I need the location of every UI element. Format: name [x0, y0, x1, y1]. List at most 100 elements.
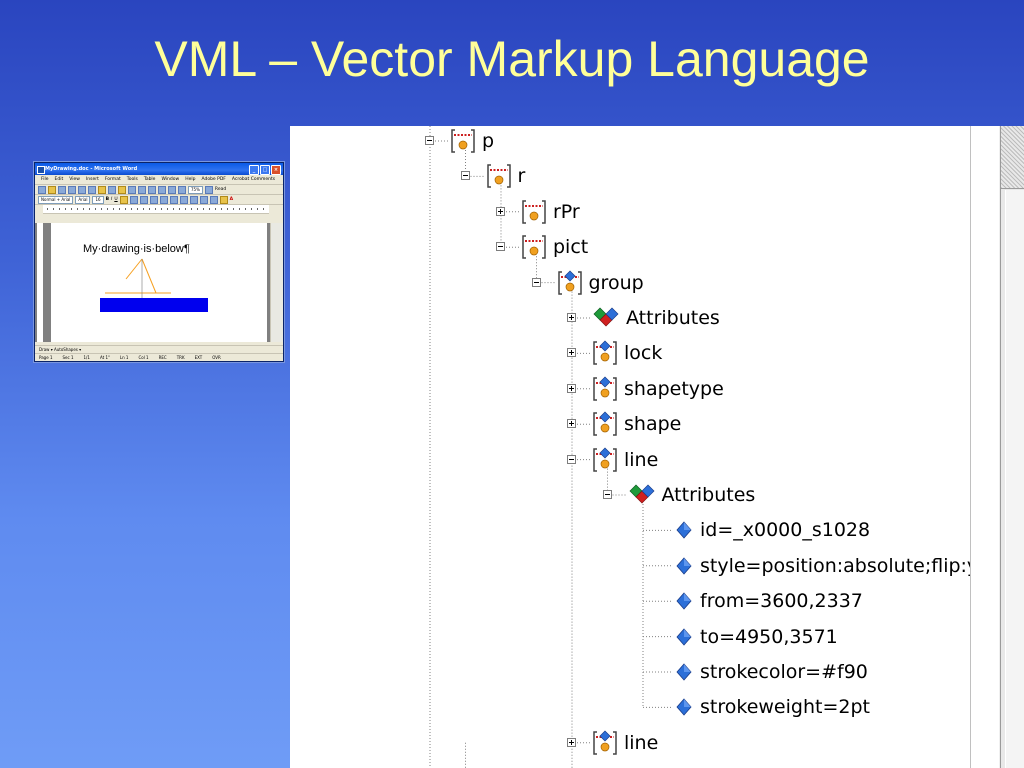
scroll-track[interactable] — [970, 126, 999, 768]
expand-plus-icon[interactable] — [567, 737, 576, 747]
tree-node-label: strokeweight=2pt — [700, 696, 870, 719]
collapse-minus-icon[interactable] — [531, 277, 541, 287]
line-spacing-icon[interactable] — [159, 195, 168, 204]
font-size-box[interactable]: 16 — [92, 195, 104, 204]
tree-node[interactable]: to=4950,3571 — [290, 622, 970, 652]
status-field: REC — [158, 355, 167, 360]
status-bar: Page 1 Sec 1 1/1 At 1" Ln 1 Col 1 REC TRK EXT OVR — [35, 353, 283, 361]
read-button[interactable]: Read — [215, 187, 226, 192]
tree-node[interactable]: rPr — [290, 197, 970, 227]
menu-item-tools[interactable]: Tools — [127, 175, 138, 184]
align-left-icon[interactable] — [119, 195, 128, 204]
tree-node-label: rPr — [553, 200, 580, 223]
expand-plus-icon[interactable] — [567, 419, 576, 429]
bullets-icon[interactable] — [179, 195, 188, 204]
tree-node[interactable]: lock — [290, 338, 970, 368]
maximize-icon[interactable]: □ — [260, 165, 270, 175]
undo-icon[interactable] — [128, 185, 136, 194]
formatting-toolbar: Normal + Arial Arial 16 B I U A — [35, 195, 283, 205]
menu-item-view[interactable]: View — [69, 175, 80, 184]
tree-node[interactable]: Attributes — [290, 303, 970, 333]
tree-node-label: strokecolor=#f90 — [700, 661, 868, 683]
open-icon[interactable] — [48, 185, 56, 194]
menu-item-window[interactable]: Window — [161, 175, 179, 184]
tree-node[interactable]: p — [290, 126, 970, 156]
columns-icon[interactable] — [168, 185, 176, 194]
tree-node[interactable]: id=_x0000_s1028 — [290, 515, 970, 545]
word-window-screenshot: MyDrawing.doc - Microsoft Word _ □ × Fil… — [34, 162, 284, 362]
collapse-minus-icon[interactable] — [496, 242, 505, 252]
tree-node[interactable]: from=3600,2337 — [290, 586, 970, 616]
cut-icon[interactable] — [98, 185, 106, 194]
menu-item-help[interactable]: Help — [185, 175, 195, 184]
tree-node[interactable]: line — [290, 445, 970, 475]
tree-node[interactable]: pict — [290, 232, 970, 262]
table-icon[interactable] — [158, 185, 166, 194]
collapse-minus-icon[interactable] — [602, 490, 612, 499]
outdent-icon[interactable] — [199, 195, 208, 204]
tree-node[interactable]: strokeweight=2pt — [290, 692, 970, 722]
spelling-icon[interactable] — [88, 185, 96, 194]
redo-icon[interactable] — [138, 185, 146, 194]
expand-plus-icon[interactable] — [567, 348, 576, 358]
tree-node-label: shape — [624, 413, 682, 436]
zoom-box[interactable]: 75% — [188, 185, 203, 194]
help-icon[interactable] — [204, 185, 213, 194]
tree-node[interactable]: style=position:absolute;flip:y — [290, 551, 978, 581]
save-icon[interactable] — [58, 185, 66, 194]
tree-node[interactable]: Attributes — [290, 480, 970, 510]
status-field: At 1" — [99, 355, 110, 360]
menu-item-acrobat-comments[interactable]: Acrobat Comments — [232, 175, 275, 184]
paste-icon[interactable] — [118, 185, 126, 194]
copy-icon[interactable] — [108, 185, 116, 194]
bold-button[interactable]: B — [106, 197, 109, 202]
tree-node[interactable]: shape — [290, 409, 970, 439]
collapse-minus-icon[interactable] — [567, 454, 576, 464]
tree-node[interactable]: strokecolor=#f90 — [290, 657, 970, 687]
element-icon — [521, 199, 547, 230]
tree-node[interactable]: line — [290, 728, 970, 758]
drawing-icon[interactable] — [178, 185, 186, 194]
menu-item-table[interactable]: Table — [144, 175, 156, 184]
italic-button[interactable]: I — [111, 197, 112, 202]
status-field: EXT — [194, 355, 203, 360]
style-box[interactable]: Normal + Arial — [38, 195, 74, 204]
preview-icon[interactable] — [78, 185, 86, 194]
underline-button[interactable]: U — [114, 197, 117, 202]
numbering-icon[interactable] — [169, 195, 178, 204]
standard-toolbar: 75% Read — [35, 185, 283, 195]
print-icon[interactable] — [68, 185, 76, 194]
scroll-thumb[interactable] — [1000, 126, 1024, 768]
new-icon[interactable] — [38, 185, 46, 194]
tree-node[interactable]: shapetype — [290, 374, 970, 404]
attribute-icon — [674, 520, 694, 545]
collapse-minus-icon[interactable] — [425, 136, 434, 145]
expand-plus-icon[interactable] — [567, 383, 576, 393]
tree-node[interactable]: r — [290, 161, 970, 191]
tree-scrollbar[interactable] — [970, 126, 1024, 768]
menu-item-edit[interactable]: Edit — [55, 175, 64, 184]
word-menu-bar: File Edit View Insert Format Tools Table Window… — [35, 175, 283, 185]
menu-item-file[interactable]: File — [41, 175, 49, 184]
align-center-icon[interactable] — [129, 195, 138, 204]
font-color-icon[interactable]: A — [230, 197, 233, 202]
border-icon[interactable] — [209, 195, 218, 204]
close-icon[interactable]: × — [271, 165, 281, 175]
menu-item-adobe-pdf[interactable]: Adobe PDF — [201, 175, 225, 184]
tree-node[interactable]: group — [290, 268, 970, 298]
menu-item-insert[interactable]: Insert — [86, 175, 99, 184]
indent-icon[interactable] — [189, 195, 198, 204]
minimize-icon[interactable]: _ — [249, 165, 259, 175]
menu-item-format[interactable]: Format — [105, 175, 121, 184]
vertical-scrollbar[interactable] — [270, 223, 283, 342]
document-page[interactable]: My·drawing·is·below¶ — [51, 223, 267, 342]
collapse-minus-icon[interactable] — [460, 171, 470, 181]
justify-icon[interactable] — [149, 195, 158, 204]
expand-plus-icon[interactable] — [567, 313, 576, 322]
hyperlink-icon[interactable] — [148, 185, 156, 194]
font-box[interactable]: Arial — [75, 195, 91, 204]
expand-plus-icon[interactable] — [496, 206, 505, 216]
highlight-icon[interactable] — [219, 195, 228, 204]
align-right-icon[interactable] — [139, 195, 148, 204]
namespace-element-icon — [592, 447, 618, 478]
